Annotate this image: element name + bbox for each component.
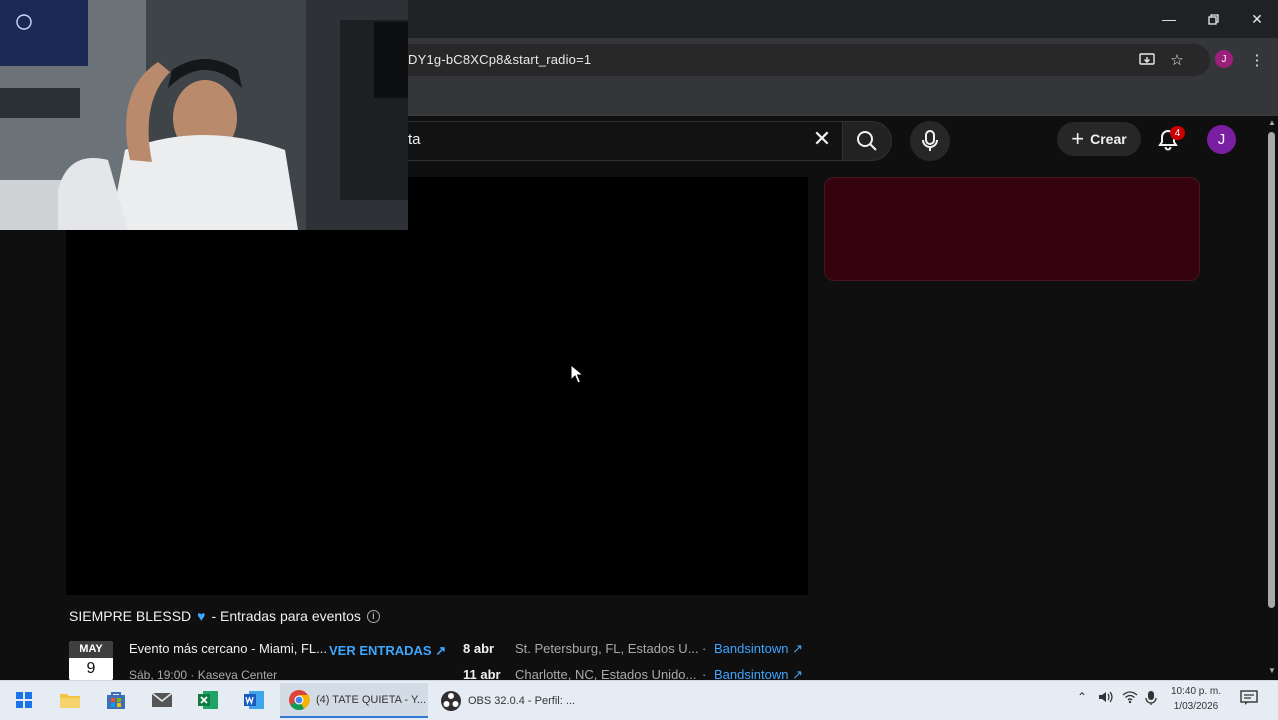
scroll-up-arrow-icon[interactable]: ▲ — [1266, 118, 1278, 128]
search-button[interactable] — [842, 121, 892, 161]
store-icon[interactable] — [104, 688, 128, 712]
event-row-place: St. Petersburg, FL, Estados U... — [515, 641, 699, 656]
voice-search-button[interactable] — [910, 121, 950, 161]
restore-button[interactable] — [1192, 0, 1234, 38]
webcam-feed-image — [0, 0, 408, 230]
event-month: MAY — [69, 641, 113, 658]
taskbar-obs-window[interactable]: OBS 32.0.4 - Perfil: ... — [432, 683, 592, 718]
scroll-down-arrow-icon[interactable]: ▼ — [1266, 666, 1278, 676]
url-text[interactable]: DY1g-bC8XCp8&start_radio=1 — [408, 52, 591, 67]
notification-center-icon[interactable] — [1240, 690, 1258, 709]
close-window-button[interactable]: ✕ — [1236, 0, 1278, 38]
taskbar-chrome-window[interactable]: (4) TATE QUIETA - Y... — [280, 683, 428, 718]
mouse-cursor-icon — [570, 364, 584, 384]
external-link-icon: ↗ — [792, 641, 803, 656]
install-app-icon[interactable] — [1137, 50, 1157, 70]
chrome-icon — [289, 689, 310, 710]
bookmark-star-icon[interactable]: ☆ — [1167, 50, 1187, 70]
tray-expand-icon[interactable]: ⌃ — [1077, 690, 1087, 704]
event-calendar-badge: MAY 9 — [69, 641, 113, 681]
events-title-suffix: - Entradas para eventos — [211, 608, 361, 624]
events-section-title: SIEMPRE BLESSD ♥ - Entradas para eventos… — [69, 608, 380, 624]
event-row-source-link[interactable]: Bandsintown ↗ — [714, 641, 803, 657]
network-icon[interactable] — [1122, 690, 1138, 707]
restore-icon — [1207, 13, 1219, 25]
obs-task-label: OBS 32.0.4 - Perfil: ... — [468, 694, 575, 707]
volume-icon[interactable] — [1098, 690, 1114, 707]
word-icon[interactable] — [242, 688, 266, 712]
microphone-icon — [922, 130, 938, 151]
create-label: Crear — [1090, 131, 1127, 147]
external-link-icon: ↗ — [435, 643, 447, 658]
webcam-overlay — [0, 0, 408, 230]
search-query-text: ta — [408, 131, 421, 148]
clock-time: 10:40 p. m. — [1170, 686, 1222, 697]
video-player[interactable] — [66, 177, 808, 595]
info-icon[interactable]: i — [366, 609, 380, 623]
minimize-button[interactable]: — — [1148, 0, 1190, 38]
mail-icon[interactable] — [150, 688, 174, 712]
account-avatar[interactable]: J — [1207, 125, 1236, 154]
notification-count-badge: 4 — [1170, 126, 1185, 140]
ver-entradas-link[interactable]: VER ENTRADAS ↗ — [329, 643, 446, 659]
artist-name: SIEMPRE BLESSD — [69, 608, 192, 624]
featured-event-title: Evento más cercano - Miami, FL... — [129, 641, 327, 656]
taskbar-clock[interactable]: 10:40 p. m. 1/03/2026 — [1166, 684, 1226, 714]
screen: — ✕ DY1g-bC8XCp8&start_radio=1 ☆ J ⋮ ta … — [0, 0, 1278, 720]
clear-search-icon[interactable]: ✕ — [810, 126, 834, 151]
blue-heart-icon: ♥ — [197, 608, 206, 624]
excel-icon[interactable] — [196, 688, 220, 712]
chrome-menu-icon[interactable]: ⋮ — [1247, 50, 1267, 70]
separator-dot: · — [702, 641, 707, 656]
side-panel-card[interactable] — [824, 177, 1200, 281]
event-row-date: 8 abr — [463, 641, 495, 656]
windows-start-icon[interactable] — [12, 688, 36, 712]
plus-icon: + — [1071, 126, 1085, 151]
file-explorer-icon[interactable] — [58, 688, 82, 712]
search-icon — [857, 131, 877, 151]
clock-date: 1/03/2026 — [1173, 701, 1219, 712]
scrollbar-thumb[interactable] — [1268, 132, 1275, 608]
microphone-tray-icon[interactable] — [1145, 690, 1157, 709]
obs-icon — [441, 690, 461, 711]
chrome-task-label: (4) TATE QUIETA - Y... — [316, 693, 427, 706]
profile-avatar-small[interactable]: J — [1215, 50, 1233, 68]
event-day: 9 — [86, 660, 96, 677]
create-button[interactable]: + Crear — [1057, 122, 1141, 156]
